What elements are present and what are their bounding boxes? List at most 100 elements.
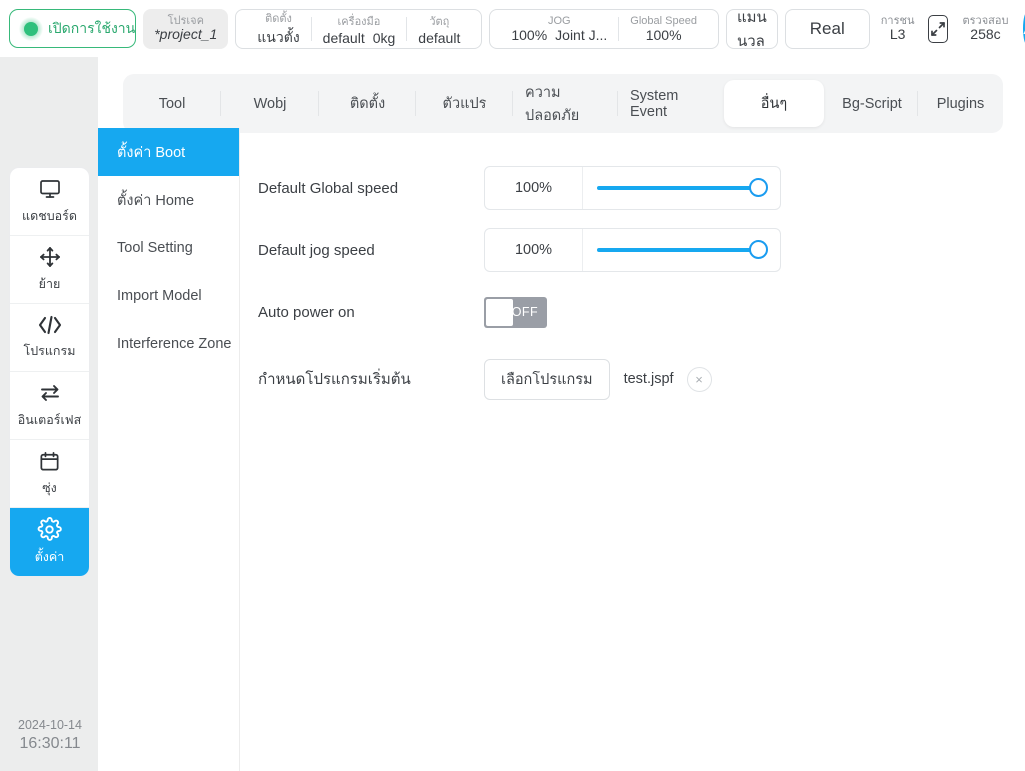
form-row-auto-power: Auto power on OFF [258, 281, 958, 343]
project-value: *project_1 [154, 27, 217, 43]
global-speed-caption: Global Speed [630, 15, 697, 27]
form-row-global-speed: Default Global speed 100% [258, 157, 958, 219]
gear-icon [37, 517, 62, 542]
tab-safety[interactable]: ความปลอดภัย [513, 74, 618, 133]
mount-tool-object-chip[interactable]: ติดตั้ง แนวตั้ง เครื่องมือ default 0kg ว… [235, 9, 482, 49]
form-row-boot-program: กำหนดโปรแกรมเริ่มต้น เลือกโปรแกรม test.j… [258, 343, 958, 415]
exchange-icon [38, 381, 62, 405]
tab-system-event[interactable]: System Event [618, 74, 722, 133]
check-status[interactable]: ตรวจสอบ 258c [958, 15, 1012, 43]
tab-tool[interactable]: Tool [123, 74, 221, 133]
expand-arrows-icon[interactable] [928, 15, 948, 43]
toggle-state-label: OFF [512, 297, 538, 328]
toggle-knob [486, 299, 513, 326]
object-segment[interactable]: วัตถุ default [407, 12, 471, 46]
tab-label: Tool [159, 96, 186, 112]
tab-wobj[interactable]: Wobj [221, 74, 319, 133]
subnav-item-import-model[interactable]: Import Model [98, 272, 239, 320]
primary-nav-rail: แดชบอร์ด ย้าย โปรแกรม อินเตอร์เฟส [10, 168, 89, 576]
tab-plugins[interactable]: Plugins [918, 74, 1003, 133]
status-dot-green-icon [19, 17, 43, 41]
tool-value: default [323, 30, 365, 46]
tab-label: ความปลอดภัย [525, 81, 606, 127]
subnav-item-label: Tool Setting [117, 240, 193, 256]
global-speed-slider[interactable] [597, 166, 768, 210]
subnav-item-home-setting[interactable]: ตั้งค่า Home [98, 176, 239, 224]
tab-label: Plugins [937, 96, 985, 112]
slider-divider [582, 167, 583, 209]
collision-value: L3 [890, 27, 906, 43]
tab-label: อื่นๆ [761, 92, 787, 115]
tool-segment[interactable]: เครื่องมือ default 0kg [312, 12, 407, 46]
global-speed-slider-group[interactable]: 100% [484, 166, 781, 210]
settings-tabbar: Tool Wobj ติดตั้ง ตัวแปร ความปลอดภัย Sys… [123, 74, 1003, 133]
mount-segment[interactable]: ติดตั้ง แนวตั้ง [246, 9, 310, 49]
clock-date: 2024-10-14 [10, 718, 90, 734]
jog-caption: JOG [548, 15, 571, 27]
tab-variables[interactable]: ตัวแปร [416, 74, 513, 133]
jog-mode: Joint J... [555, 27, 607, 43]
project-caption: โปรเจค [168, 15, 204, 27]
sidebar-item-label: อินเตอร์เฟส [18, 410, 81, 430]
global-speed-value-field[interactable]: 100% [485, 180, 582, 196]
subnav-item-label: ตั้งค่า Home [117, 189, 194, 212]
tab-label: ติดตั้ง [350, 92, 385, 115]
sidebar-item-move[interactable]: ย้าย [10, 236, 89, 304]
sidebar-item-schedule[interactable]: ซุ่ง [10, 440, 89, 508]
subnav-item-interference-zone[interactable]: Interference Zone [98, 320, 239, 368]
sidebar-item-label: ตั้งค่า [35, 547, 65, 567]
subnav-item-boot-setting[interactable]: ตั้งค่า Boot [98, 128, 239, 176]
global-speed-value: 100% [646, 27, 682, 43]
settings-subnav: ตั้งค่า Boot ตั้งค่า Home Tool Setting I… [98, 128, 239, 368]
auto-power-label: Auto power on [258, 304, 484, 321]
collision-level[interactable]: การชน L3 [877, 15, 919, 43]
jog-speed-chip[interactable]: JOG 100% Joint J... Global Speed 100% [489, 9, 719, 49]
boot-program-label: กำหนดโปรแกรมเริ่มต้น [258, 367, 484, 391]
tab-label: ตัวแปร [443, 92, 487, 115]
sidebar-item-program[interactable]: โปรแกรม [10, 304, 89, 372]
tab-others[interactable]: อื่นๆ [724, 80, 824, 127]
boot-settings-form: Default Global speed 100% Default jog sp… [258, 157, 958, 415]
global-speed-segment[interactable]: Global Speed 100% [619, 15, 708, 43]
jog-speed-label: Default jog speed [258, 242, 484, 259]
mode-manual-label: แมนนวล [737, 5, 767, 53]
project-chip[interactable]: โปรเจค *project_1 [143, 9, 228, 49]
mount-caption: ติดตั้ง [265, 9, 292, 27]
jog-percent: 100% [511, 27, 547, 43]
check-caption: ตรวจสอบ [962, 15, 1008, 27]
sidebar-item-label: แดชบอร์ด [22, 206, 77, 226]
top-status-bar: เปิดการใช้งาน โปรเจค *project_1 ติดตั้ง … [0, 0, 1025, 57]
tab-label: System Event [630, 88, 710, 120]
global-speed-label: Default Global speed [258, 180, 484, 197]
slider-thumb[interactable] [749, 178, 768, 197]
enable-status-button[interactable]: เปิดการใช้งาน [9, 9, 136, 48]
slider-thumb[interactable] [749, 240, 768, 259]
tab-bg-script[interactable]: Bg-Script [826, 74, 918, 133]
move-icon [38, 245, 62, 269]
sidebar-item-label: ซุ่ง [42, 478, 57, 498]
tab-install[interactable]: ติดตั้ง [319, 74, 416, 133]
select-program-button[interactable]: เลือกโปรแกรม [484, 359, 610, 400]
jog-segment[interactable]: JOG 100% Joint J... [500, 15, 618, 43]
jog-speed-value-field[interactable]: 100% [485, 242, 582, 258]
clear-program-icon[interactable]: × [687, 367, 712, 392]
mode-manual-button[interactable]: แมนนวล [726, 9, 778, 49]
jog-speed-slider-group[interactable]: 100% [484, 228, 781, 272]
subnav-item-tool-setting[interactable]: Tool Setting [98, 224, 239, 272]
system-clock: 2024-10-14 16:30:11 [10, 718, 90, 754]
clock-time: 16:30:11 [10, 734, 90, 754]
tab-label: Bg-Script [842, 96, 902, 112]
jog-speed-slider[interactable] [597, 228, 768, 272]
sidebar-item-dashboard[interactable]: แดชบอร์ด [10, 168, 89, 236]
sidebar-item-settings[interactable]: ตั้งค่า [10, 508, 89, 576]
subnav-item-label: Import Model [117, 288, 202, 304]
panel-divider [239, 128, 240, 771]
mode-real-button[interactable]: Real [785, 9, 870, 49]
collision-caption: การชน [881, 15, 915, 27]
auto-power-toggle[interactable]: OFF [484, 297, 547, 328]
sidebar-item-interface[interactable]: อินเตอร์เฟส [10, 372, 89, 440]
subnav-item-label: Interference Zone [117, 336, 231, 352]
calendar-icon [38, 450, 61, 473]
tool-payload: 0kg [373, 30, 396, 46]
enable-status-label: เปิดการใช้งาน [48, 18, 135, 40]
